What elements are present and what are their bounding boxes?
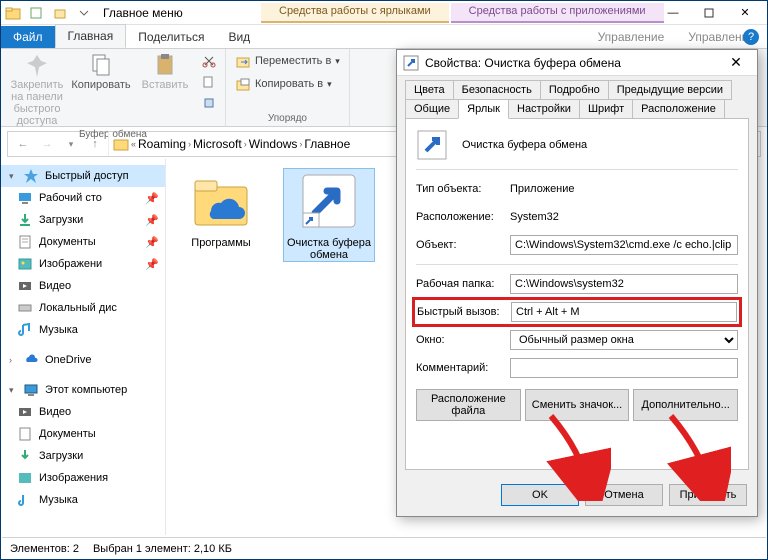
tab-shortcut[interactable]: Ярлык — [458, 99, 509, 119]
type-value: Приложение — [510, 183, 738, 195]
ok-button[interactable]: OK — [501, 484, 579, 506]
tab-view[interactable]: Вид — [216, 26, 262, 48]
group-organize-label: Упорядо — [232, 111, 343, 124]
nav-back-icon[interactable]: ← — [12, 134, 34, 154]
target-input[interactable] — [510, 235, 738, 255]
status-selection: Выбран 1 элемент: 2,10 КБ — [93, 543, 232, 555]
type-label: Тип объекта: — [416, 183, 506, 195]
tab-details[interactable]: Подробно — [540, 80, 609, 100]
status-bar: Элементов: 2 Выбран 1 элемент: 2,10 КБ — [2, 537, 766, 559]
paste-shortcut-icon[interactable] — [199, 93, 219, 113]
tab-file[interactable]: Файл — [1, 26, 55, 48]
shortcut-name: Очистка буфера обмена — [462, 139, 587, 151]
nav-downloads[interactable]: Загрузки📌 — [1, 209, 165, 231]
move-to-button[interactable]: Переместить в ▾ — [232, 51, 343, 71]
nav-pc-downloads[interactable]: Загрузки — [1, 445, 165, 467]
copy-to-button[interactable]: Копировать в ▾ — [232, 74, 343, 94]
nav-pc-videos[interactable]: Видео — [1, 401, 165, 423]
tab-security[interactable]: Безопасность — [453, 80, 541, 100]
nav-thispc[interactable]: ▾Этот компьютер — [1, 379, 165, 401]
dialog-title: Свойства: Очистка буфера обмена — [425, 56, 715, 70]
tab-colors[interactable]: Цвета — [405, 80, 454, 100]
workdir-input[interactable] — [510, 274, 738, 294]
tab-previous[interactable]: Предыдущие версии — [608, 80, 732, 100]
change-icon-button[interactable]: Сменить значок... — [525, 389, 630, 421]
qat-properties-icon[interactable] — [25, 3, 47, 23]
context-tab-app[interactable]: Средства работы с приложениями — [451, 3, 664, 23]
comment-label: Комментарий: — [416, 362, 506, 374]
nav-pictures[interactable]: Изображени📌 — [1, 253, 165, 275]
tab-share[interactable]: Поделиться — [126, 26, 216, 48]
folder-icon — [113, 136, 129, 152]
tab-home[interactable]: Главная — [55, 24, 127, 48]
advanced-button[interactable]: Дополнительно... — [633, 389, 738, 421]
nav-documents[interactable]: Документы📌 — [1, 231, 165, 253]
file-cleanup-shortcut[interactable]: Очистка буфера обмена — [284, 169, 374, 261]
help-icon[interactable]: ? — [743, 29, 759, 45]
dialog-close-button[interactable]: ✕ — [721, 54, 751, 71]
nav-pane: ▾Быстрый доступ Рабочий сто📌 Загрузки📌 Д… — [1, 159, 166, 535]
apply-button[interactable]: Применить — [669, 484, 747, 506]
copy-button[interactable]: Копировать — [71, 51, 131, 91]
workdir-label: Рабочая папка: — [416, 278, 506, 290]
target-label: Объект: — [416, 239, 506, 251]
nav-quick-access[interactable]: ▾Быстрый доступ — [1, 165, 165, 187]
copy-path-icon[interactable] — [199, 72, 219, 92]
shortcut-large-icon — [416, 129, 448, 161]
nav-pc-documents[interactable]: Документы — [1, 423, 165, 445]
hotkey-input[interactable] — [511, 302, 737, 322]
nav-pc-pictures[interactable]: Изображения — [1, 467, 165, 489]
status-count: Элементов: 2 — [10, 543, 79, 555]
shortcut-icon — [403, 55, 419, 71]
nav-desktop[interactable]: Рабочий сто📌 — [1, 187, 165, 209]
cut-icon[interactable] — [199, 51, 219, 71]
pin-button[interactable]: Закрепить на панели быстрого доступа — [7, 51, 67, 127]
open-location-button[interactable]: Расположение файла — [416, 389, 521, 421]
qat-dropdown-icon[interactable] — [73, 3, 95, 23]
properties-dialog: Свойства: Очистка буфера обмена ✕ Цвета … — [396, 49, 758, 517]
nav-up-icon[interactable]: ↑ — [84, 134, 106, 154]
file-programs[interactable]: Программы — [176, 169, 266, 249]
maximize-button[interactable] — [691, 2, 727, 24]
cancel-button[interactable]: Отмена — [585, 484, 663, 506]
close-button[interactable]: ✕ — [727, 2, 763, 24]
dialog-tabs: Цвета Безопасность Подробно Предыдущие в… — [397, 76, 757, 118]
location-value: System32 — [510, 211, 738, 223]
tab-manage-shortcut[interactable]: Управление — [586, 26, 677, 48]
nav-recent-icon[interactable]: ▾ — [60, 134, 82, 154]
qat-newfolder-icon[interactable] — [49, 3, 71, 23]
tab-font[interactable]: Шрифт — [579, 99, 633, 119]
nav-onedrive[interactable]: ›OneDrive — [1, 349, 165, 371]
location-label: Расположение: — [416, 211, 506, 223]
nav-videos[interactable]: Видео — [1, 275, 165, 297]
context-tab-shortcut[interactable]: Средства работы с ярлыками — [261, 3, 449, 23]
window-select[interactable]: Обычный размер окна — [510, 330, 738, 350]
nav-pc-music[interactable]: Музыка — [1, 489, 165, 511]
nav-music[interactable]: Музыка — [1, 319, 165, 341]
window-label: Окно: — [416, 334, 506, 346]
nav-forward-icon[interactable]: → — [36, 134, 58, 154]
comment-input[interactable] — [510, 358, 738, 378]
hotkey-label: Быстрый вызов: — [417, 306, 507, 318]
paste-button[interactable]: Вставить — [135, 51, 195, 91]
tab-general[interactable]: Общие — [405, 99, 459, 119]
tab-settings[interactable]: Настройки — [508, 99, 580, 119]
nav-localdisk[interactable]: Локальный дис — [1, 297, 165, 319]
folder-icon — [5, 5, 21, 21]
ribbon-tabs: Файл Главная Поделиться Вид Управление У… — [1, 25, 767, 49]
tab-layout[interactable]: Расположение — [632, 99, 725, 119]
